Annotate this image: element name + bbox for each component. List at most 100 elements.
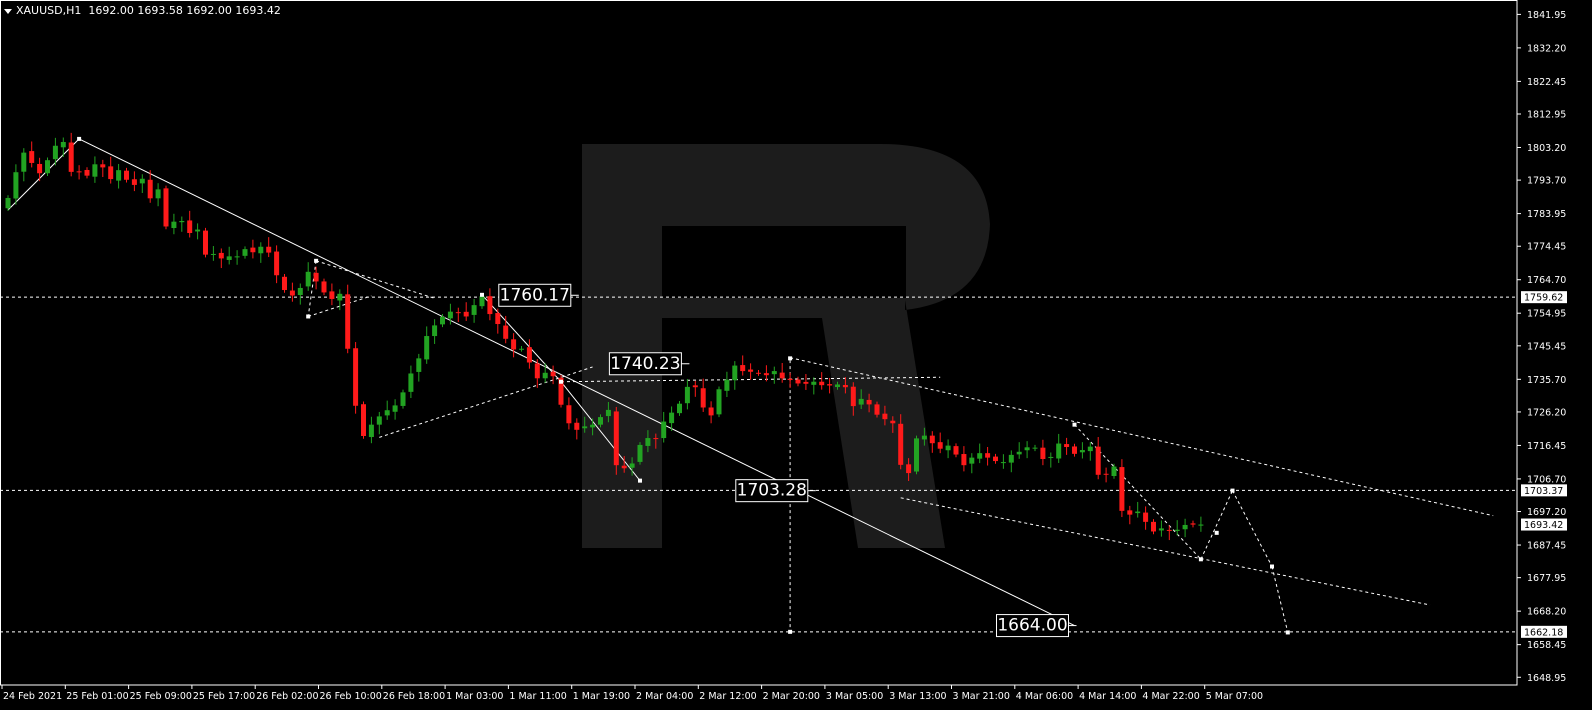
level-label: 1664.00 <box>997 616 1067 636</box>
x-tick-label: 25 Feb 01:00 <box>66 691 128 702</box>
point-marker <box>788 629 793 634</box>
y-tick-label: 1677.95 <box>1527 573 1566 584</box>
y-tick-label: 1697.20 <box>1527 507 1566 518</box>
bear-candle <box>218 252 224 259</box>
bear-candle <box>621 465 627 469</box>
bull-candle <box>1111 466 1117 477</box>
bear-candle <box>526 347 532 363</box>
bull-candle <box>92 164 98 177</box>
bull-candle <box>210 253 216 255</box>
bull-candle <box>519 348 524 350</box>
bull-candle <box>645 438 651 446</box>
bear-candle <box>68 142 74 172</box>
x-tick-label: 4 Mar 14:00 <box>1079 691 1136 702</box>
bear-candle <box>463 311 469 317</box>
bear-candle <box>76 171 82 173</box>
bear-candle <box>1095 446 1101 475</box>
bull-candle <box>242 249 248 256</box>
bear-candle <box>266 246 272 253</box>
bull-candle <box>400 392 406 406</box>
bear-candle <box>503 325 509 339</box>
y-tick-label: 1745.45 <box>1527 341 1566 352</box>
bull-candle <box>1135 511 1141 514</box>
point-marker <box>314 258 319 263</box>
bear-candle <box>708 407 714 416</box>
bull-candle <box>858 398 864 405</box>
x-tick-label: 4 Mar 06:00 <box>1016 691 1073 702</box>
bull-candle <box>598 417 603 425</box>
y-tick-label: 1754.95 <box>1527 309 1566 320</box>
bull-candle <box>724 379 730 391</box>
price-chart[interactable]: 1760.17 1740.23 1703.28 1664.00 1841.95 1832… <box>0 0 1592 705</box>
bull-candle <box>416 358 422 372</box>
bull-candle <box>1032 447 1038 449</box>
bear-candle <box>692 385 698 388</box>
level-label: 1703.28 <box>737 481 807 501</box>
bull-candle <box>1158 528 1164 531</box>
bear-candle <box>147 179 153 199</box>
price-tag-label: 1703.37 <box>1524 486 1563 497</box>
y-tick-label: 1668.20 <box>1527 607 1566 618</box>
bear-candle <box>961 454 967 466</box>
y-tick-label: 1822.45 <box>1527 77 1566 88</box>
bull-candle <box>969 457 975 464</box>
bear-candle <box>740 365 746 372</box>
bull-candle <box>45 160 50 174</box>
bull-candle <box>582 426 588 429</box>
y-tick-label: 1803.20 <box>1527 143 1566 154</box>
bull-candle <box>479 296 485 307</box>
y-tick-label: 1812.95 <box>1527 109 1566 120</box>
bear-candle <box>653 438 659 440</box>
bear-candle <box>29 151 35 163</box>
price-tag-label: 1759.62 <box>1524 293 1563 304</box>
dashed-trend-line <box>307 260 317 317</box>
x-tick-label: 24 Feb 2021 <box>3 691 62 702</box>
y-tick-label: 1648.95 <box>1527 673 1566 684</box>
bear-candle <box>613 411 619 466</box>
x-tick-label: 3 Mar 13:00 <box>889 691 946 702</box>
bear-candle <box>353 348 359 406</box>
bear-candle <box>929 435 935 444</box>
dashed-trend-line <box>1232 490 1273 567</box>
bear-candle <box>993 456 998 462</box>
bull-candle <box>1174 529 1180 531</box>
x-tick-label: 2 Mar 20:00 <box>763 691 820 702</box>
y-tick-label: 1658.45 <box>1527 640 1566 651</box>
bull-candle <box>669 412 675 424</box>
bear-candle <box>487 296 493 315</box>
bear-candle <box>108 166 114 180</box>
bull-candle <box>424 336 430 360</box>
dashed-trend-line <box>900 497 1431 606</box>
bear-candle <box>756 372 761 374</box>
y-tick-label: 1793.70 <box>1527 176 1566 187</box>
level-label: 1740.23 <box>610 354 680 374</box>
point-marker <box>77 136 82 141</box>
bull-candle <box>637 444 643 462</box>
bull-candle <box>408 373 414 392</box>
bull-candle <box>171 221 177 229</box>
bear-candle <box>882 413 888 420</box>
bull-candle <box>542 372 548 379</box>
bull-candle <box>471 305 477 315</box>
bear-candle <box>37 163 43 174</box>
bear-candle <box>819 381 825 386</box>
bear-candle <box>131 179 137 185</box>
bull-candle <box>732 365 738 381</box>
bull-candle <box>440 316 445 325</box>
bull-candle <box>945 445 951 451</box>
point-marker <box>1230 488 1235 493</box>
bull-candle <box>139 178 145 184</box>
x-tick-label: 26 Feb 10:00 <box>320 691 382 702</box>
bull-candle <box>195 229 201 232</box>
bear-candle <box>748 369 754 372</box>
bear-candle <box>874 404 880 415</box>
bear-candle <box>361 404 366 436</box>
bear-candle <box>1064 444 1070 447</box>
bull-candle <box>337 293 343 301</box>
point-marker <box>638 478 642 483</box>
x-tick-label: 4 Mar 22:00 <box>1142 691 1199 702</box>
x-tick-label: 25 Feb 09:00 <box>130 691 192 702</box>
dropdown-arrow-icon[interactable] <box>4 8 12 14</box>
y-tick-label: 1716.45 <box>1527 441 1566 452</box>
bear-candle <box>1040 447 1046 460</box>
